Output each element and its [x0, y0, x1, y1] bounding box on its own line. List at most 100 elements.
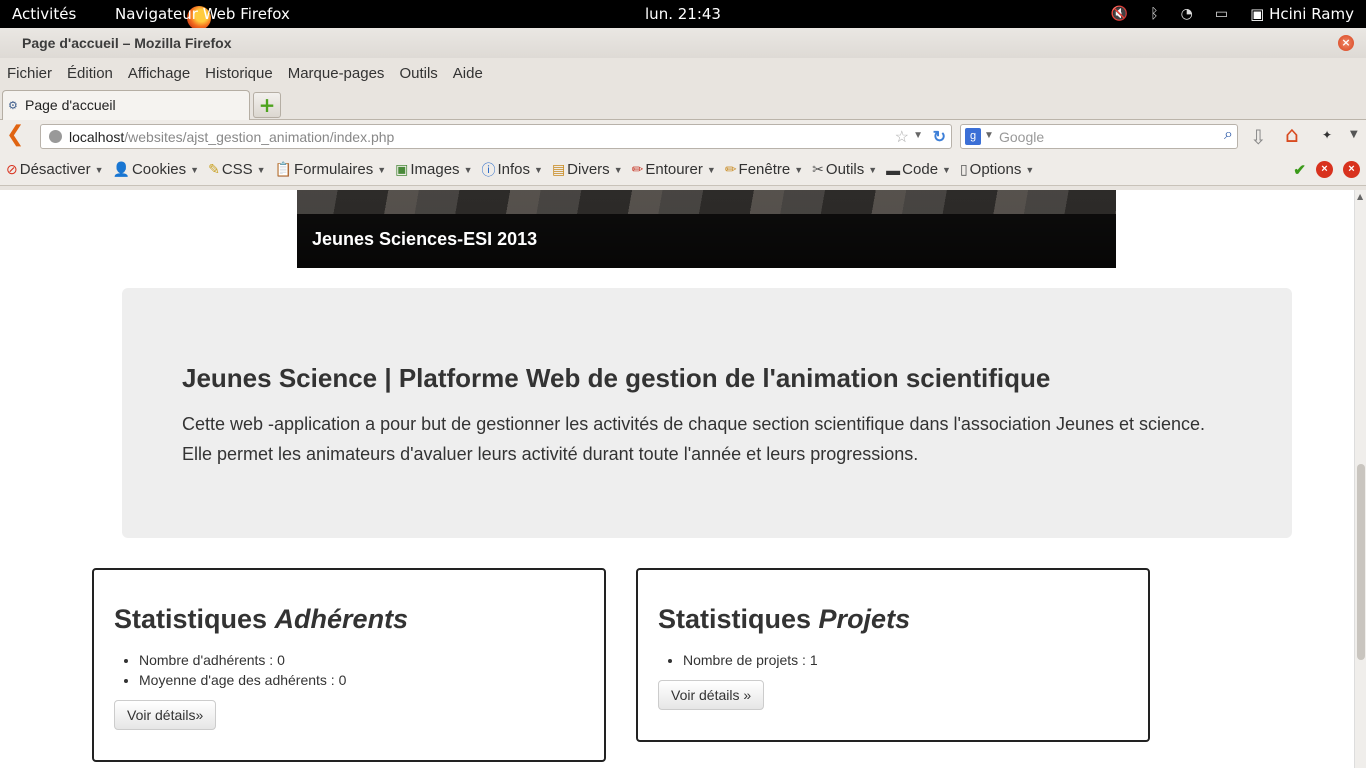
devbar-fenetre[interactable]: ✏ Fenêtre ▼	[725, 161, 803, 178]
tab-label: Page d'accueil	[25, 97, 116, 113]
menu-marque-pages[interactable]: Marque-pages	[288, 65, 385, 82]
devbar-outils[interactable]: ✂ Outils ▼	[812, 161, 877, 178]
title-bar: Page d'accueil – Mozilla Firefox ×	[0, 28, 1366, 58]
search-icon[interactable]: ⌕	[1224, 126, 1233, 144]
devbar-label: Code	[902, 161, 939, 178]
devbar-divers[interactable]: ▤ Divers ▼	[552, 161, 623, 178]
new-tab-button[interactable]: +	[253, 92, 281, 118]
engine-dropdown-icon[interactable]: ▼	[984, 130, 994, 141]
back-arrow-icon[interactable]: ❮	[6, 124, 30, 148]
addon-icon[interactable]: ✦	[1322, 128, 1332, 142]
chevron-down-icon: ▼	[794, 164, 804, 175]
devbar-label: Formulaires	[294, 161, 374, 178]
devbar-label: CSS	[221, 161, 253, 178]
devbar-desactiver[interactable]: ⊘ Désactiver ▼	[6, 161, 104, 178]
devbar-formulaires[interactable]: 📋 Formulaires ▼	[275, 161, 387, 178]
close-toolbar-icon[interactable]: ×	[1343, 161, 1360, 178]
chevron-down-icon: ▼	[256, 164, 266, 175]
image-icon: ▣	[395, 161, 409, 177]
members-details-button[interactable]: Voir détails»	[114, 700, 217, 730]
devbar-label: Fenêtre	[738, 161, 791, 178]
title-plain: Statistiques	[114, 604, 275, 634]
devbar-css[interactable]: ✎ CSS ▼	[208, 161, 266, 178]
menu-edition[interactable]: Édition	[67, 65, 113, 82]
wifi-icon[interactable]: ◔	[1181, 6, 1193, 22]
carousel[interactable]: Jeunes Sciences-ESI 2013	[297, 190, 1116, 268]
description-line-2: Elle permet les animateurs d'avaluer leu…	[182, 444, 919, 464]
devbar-label: Cookies	[131, 161, 187, 178]
description-line-1: Cette web -application a pour but de ges…	[182, 414, 1206, 434]
devbar-infos[interactable]: ⓘ Infos ▼	[481, 160, 542, 180]
menu-aide[interactable]: Aide	[453, 65, 483, 82]
list-item: Moyenne d'age des adhérents : 0	[139, 670, 346, 690]
devbar-cookies[interactable]: 👤 Cookies ▼	[113, 161, 200, 178]
reload-icon[interactable]: ↻	[933, 127, 946, 147]
home-icon[interactable]: ⌂	[1285, 123, 1299, 148]
title-emphasis: Adhérents	[274, 604, 409, 634]
cookie-icon: 👤	[112, 161, 130, 177]
devbar-entourer[interactable]: ✏ Entourer ▼	[632, 161, 716, 178]
devbar-label: Infos	[497, 161, 531, 178]
downloads-icon[interactable]: ⇩	[1250, 125, 1267, 149]
chevron-down-icon: ▼	[613, 164, 623, 175]
scrollbar-thumb[interactable]	[1357, 464, 1365, 660]
battery-icon[interactable]: ▭	[1215, 6, 1228, 22]
page-description: Cette web -application a pour but de ges…	[182, 409, 1242, 469]
url-path: /websites/ajst_gestion_animation/index.p…	[124, 129, 395, 145]
menu-fichier[interactable]: Fichier	[7, 65, 52, 82]
tab-page-accueil[interactable]: ⚙ Page d'accueil	[2, 90, 250, 120]
chevron-down-icon: ▼	[190, 164, 200, 175]
site-identity-icon[interactable]	[49, 130, 62, 143]
devbar-images[interactable]: ▣ Images ▼	[395, 161, 472, 178]
pencil-icon: ✏	[631, 161, 644, 177]
menu-affichage[interactable]: Affichage	[128, 65, 190, 82]
stats-projects-title: Statistiques Projets	[658, 604, 910, 635]
tools-icon: ✂	[812, 161, 824, 177]
chevron-down-icon: ▼	[463, 164, 473, 175]
toolbar-menu-icon[interactable]: ▼	[1350, 129, 1358, 140]
menu-historique[interactable]: Historique	[205, 65, 273, 82]
stats-members-list: Nombre d'adhérents : 0 Moyenne d'age des…	[139, 650, 346, 690]
disable-icon: ⊘	[6, 161, 18, 177]
chevron-down-icon: ▼	[868, 164, 878, 175]
scroll-up-icon[interactable]: ▲	[1357, 192, 1363, 201]
resize-icon: ✏	[724, 161, 737, 177]
devbar-label: Désactiver	[19, 161, 91, 178]
devbar-status: ✔ × ×	[1293, 161, 1360, 179]
user-menu[interactable]: ▣ Hcini Ramy	[1250, 5, 1354, 23]
page-heading: Jeunes Science | Platforme Web de gestio…	[182, 363, 1051, 393]
web-developer-toolbar: ⊘ Désactiver ▼ 👤 Cookies ▼ ✎ CSS ▼ 📋 Formulaire…	[0, 154, 1366, 186]
devbar-code[interactable]: ▬ Code ▼	[886, 161, 951, 178]
user-status-icon: ▣	[1250, 5, 1265, 23]
stats-members-title: Statistiques Adhérents	[114, 604, 408, 635]
close-window-icon[interactable]: ×	[1338, 35, 1354, 51]
devbar-label: Entourer	[645, 161, 703, 178]
page-scrollbar[interactable]: ▲	[1354, 190, 1366, 768]
volume-muted-icon[interactable]: 🔇	[1111, 6, 1128, 22]
bookmark-star-icon[interactable]: ☆	[895, 127, 909, 147]
terminal-icon: ▬	[886, 161, 901, 178]
search-placeholder: Google	[999, 129, 1045, 145]
clipboard-icon: 📋	[274, 161, 293, 177]
menu-outils[interactable]: Outils	[399, 65, 437, 82]
validation-ok-icon[interactable]: ✔	[1293, 161, 1306, 179]
tab-strip: ⚙ Page d'accueil +	[0, 88, 1366, 120]
bluetooth-icon[interactable]: ᛒ	[1150, 6, 1158, 22]
navigation-bar: ❮ localhost/websites/ajst_gestion_animat…	[0, 120, 1366, 154]
carousel-caption: Jeunes Sciences-ESI 2013	[297, 214, 1116, 268]
devbar-label: Outils	[825, 161, 865, 178]
url-host: localhost	[69, 129, 125, 145]
stats-projects-panel: Statistiques Projets Nombre de projets :…	[636, 568, 1150, 742]
url-bar[interactable]: localhost/websites/ajst_gestion_animatio…	[40, 124, 952, 149]
list-item: Nombre de projets : 1	[683, 650, 818, 670]
google-engine-icon[interactable]: g	[965, 128, 981, 145]
devbar-options[interactable]: ▯ Options ▼	[960, 161, 1034, 178]
history-dropdown-icon[interactable]: ▼	[913, 130, 923, 141]
carousel-caption-text: Jeunes Sciences-ESI 2013	[312, 229, 538, 249]
error-icon[interactable]: ×	[1316, 161, 1333, 178]
projects-details-button[interactable]: Voir détails »	[658, 680, 765, 710]
title-emphasis: Projets	[818, 604, 911, 634]
wand-icon: ✎	[208, 161, 220, 177]
search-bar[interactable]: g ▼ Google ⌕	[960, 124, 1238, 149]
user-name: Hcini Ramy	[1269, 5, 1354, 23]
